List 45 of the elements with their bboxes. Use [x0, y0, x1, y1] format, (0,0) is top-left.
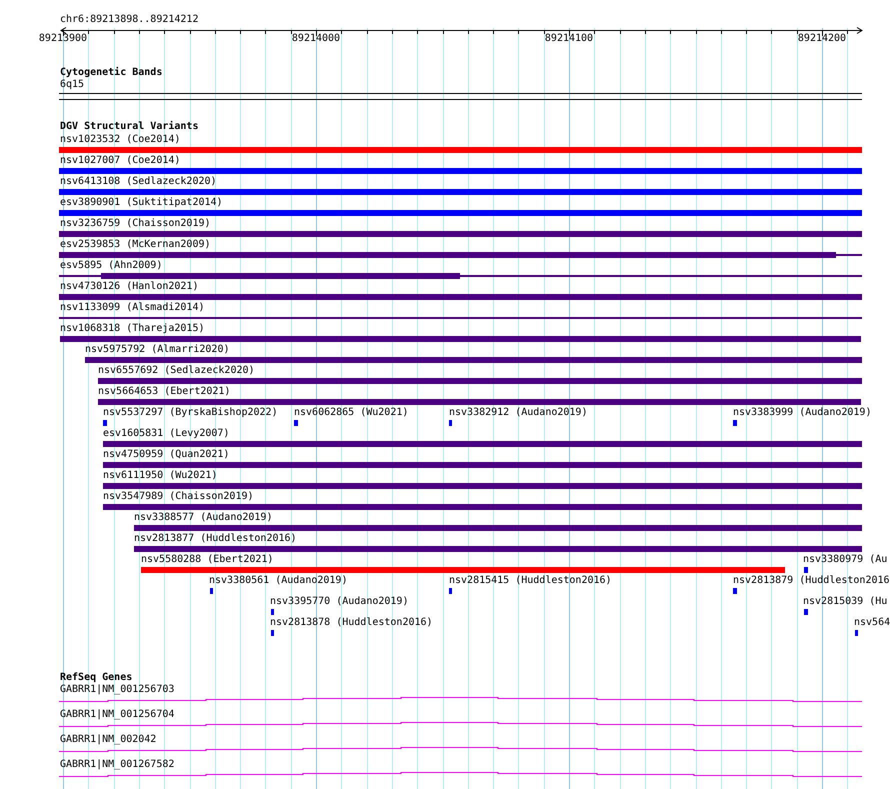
variant-label: nsv3388577 (Audano2019): [134, 512, 272, 524]
variant-label: nsv3380561 (Audano2019): [209, 575, 348, 587]
track-title: RefSeq Genes: [60, 672, 132, 684]
ruler-tick-label: 89213900: [38, 33, 88, 45]
ruler-tick-label: 89214100: [544, 33, 594, 45]
variant-label: esv2539853 (McKernan2009): [60, 239, 211, 251]
variant-label: nsv6111950 (Wu2021): [103, 470, 218, 482]
variant-label: nsv6062865 (Wu2021): [294, 407, 408, 419]
variant-label: nsv1068318 (Thareja2015): [60, 323, 204, 335]
gene-label: GABRR1|NM_002042: [60, 734, 156, 746]
variant-label: nsv5664653 (Ebert2021): [98, 386, 230, 398]
location-label: chr6:89213898..89214212: [60, 14, 198, 26]
variant-label: nsv3395770 (Audano2019): [270, 596, 408, 608]
ruler-tick-label: 89214000: [290, 33, 342, 45]
gene-label: GABRR1|NM_001256704: [60, 709, 174, 721]
ruler-tick-label: 89214200: [796, 33, 848, 45]
gene-label: GABRR1|NM_001267582: [60, 759, 174, 771]
variant-label: nsv3236759 (Chaisson2019): [60, 218, 211, 230]
variant-label: nsv2813879 (Huddleston2016: [733, 575, 890, 587]
variant-label: nsv3380979 (Au: [803, 554, 888, 566]
variant-label: nsv2815415 (Huddleston2016): [449, 575, 612, 587]
variant-label: nsv6413108 (Sedlazeck2020): [60, 176, 217, 188]
variant-label: nsv4750959 (Quan2021): [103, 449, 230, 461]
variant-label: nsv1023532 (Coe2014): [60, 134, 180, 146]
band-label: 6q15: [60, 79, 84, 91]
variant-label: nsv3383999 (Audano2019): [733, 407, 872, 419]
variant-label: nsv2815039 (Hu: [803, 596, 888, 608]
variant-label: nsv5537297 (ByrskaBishop2022): [103, 407, 278, 419]
variant-label: nsv6557692 (Sedlazeck2020): [98, 365, 255, 377]
variant-label: nsv1133099 (Alsmadi2014): [60, 302, 204, 314]
variant-label: nsv5580288 (Ebert2021): [141, 554, 274, 566]
variant-label: esv3890901 (Suktitipat2014): [60, 197, 223, 209]
variant-label: nsv3547989 (Chaisson2019): [103, 491, 254, 503]
variant-label: nsv5975792 (Almarri2020): [85, 344, 230, 356]
variant-label: nsv2813877 (Huddleston2016): [134, 533, 297, 545]
variant-label: esv5895 (Ahn2009): [60, 260, 162, 272]
gene-label: GABRR1|NM_001256703: [60, 684, 174, 696]
variant-label: nsv564: [854, 617, 890, 629]
variant-label: nsv3382912 (Audano2019): [449, 407, 588, 419]
variant-label: nsv1027007 (Coe2014): [60, 155, 180, 167]
variant-label: nsv4730126 (Hanlon2021): [60, 281, 198, 293]
track-title: Cytogenetic Bands: [60, 67, 162, 79]
variant-label: nsv2813878 (Huddleston2016): [270, 617, 433, 629]
variant-label: esv1605831 (Levy2007): [103, 428, 230, 440]
track-title: DGV Structural Variants: [60, 121, 198, 133]
